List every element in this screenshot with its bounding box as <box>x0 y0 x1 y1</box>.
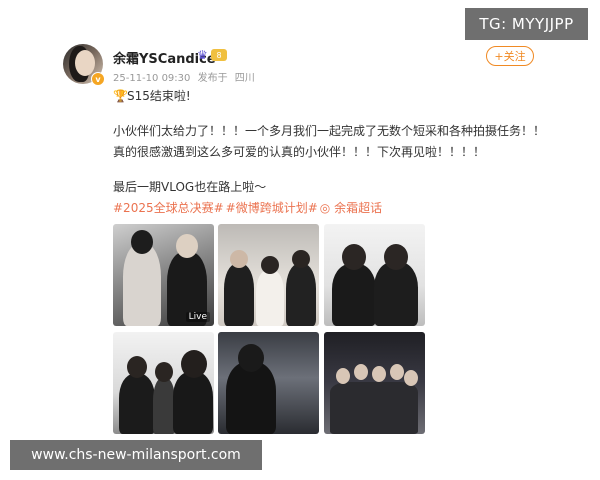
figure-head <box>238 344 264 372</box>
level-badge: 8 <box>211 49 227 61</box>
figure <box>119 374 155 434</box>
figure <box>153 378 175 434</box>
post-title-line: 🏆S15结束啦! <box>113 87 191 104</box>
figure-head <box>261 256 279 274</box>
figure-head <box>390 364 404 380</box>
figure-head <box>372 366 386 382</box>
post-text-line-3: 最后一期VLOG也在路上啦～ <box>113 180 267 194</box>
figure-head <box>230 250 248 268</box>
figure-head <box>384 244 408 270</box>
figure <box>332 264 376 326</box>
tag-supertopic[interactable]: ◎ 余霜超话 <box>320 201 382 215</box>
live-badge: Live <box>185 312 210 322</box>
follow-button[interactable]: +关注 <box>486 46 534 66</box>
figure <box>226 362 276 434</box>
source: 发布于 <box>197 73 228 84</box>
watermark-tg: TG: MYYJJPP <box>465 8 588 40</box>
weibo-post: v 余霜YSCandice ♛ 8 25-11-10 09:30 发布于 四川 … <box>0 0 600 480</box>
figure-head <box>404 370 418 386</box>
post-title: S15结束啦! <box>127 89 191 103</box>
figure-head <box>292 250 310 268</box>
photo-1[interactable]: Live <box>113 224 214 326</box>
figure-head <box>336 368 350 384</box>
crown-icon: ♛ <box>197 48 208 62</box>
figure-head <box>127 356 147 378</box>
timestamp[interactable]: 25-11-10 09:30 <box>113 73 190 84</box>
watermark-site: www.chs-new-milansport.com <box>10 440 262 470</box>
verified-icon: v <box>91 72 105 86</box>
group <box>330 382 418 434</box>
figure-head <box>354 364 368 380</box>
figure <box>374 262 418 326</box>
photo-3[interactable] <box>324 224 425 326</box>
figure <box>286 264 316 326</box>
photo-5[interactable] <box>218 332 319 434</box>
photo-4[interactable] <box>113 332 214 434</box>
photo-2[interactable] <box>218 224 319 326</box>
photo-6[interactable] <box>324 332 425 434</box>
figure <box>256 270 284 326</box>
tag-worlds[interactable]: #2025全球总决赛# <box>113 201 224 215</box>
figure <box>173 372 213 434</box>
trophy-icon: 🏆 <box>113 89 128 103</box>
location: 四川 <box>234 73 255 84</box>
tag-city[interactable]: #微博跨城计划# <box>226 201 318 215</box>
post-text-line-2: 真的很感激遇到这么多可爱的认真的小伙伴！！！下次再见啦！！！！ <box>113 145 486 159</box>
figure-head <box>155 362 173 382</box>
figure-head <box>342 244 366 270</box>
figure <box>224 264 254 326</box>
figure-head <box>176 234 198 258</box>
tags-row: #2025全球总决赛# #微博跨城计划# ◎ 余霜超话 <box>113 199 384 216</box>
post-meta: 25-11-10 09:30 发布于 四川 <box>113 69 259 84</box>
figure-head <box>131 230 153 254</box>
figure-dress <box>123 244 161 326</box>
avatar-face <box>75 50 95 76</box>
post-text-line-1: 小伙伴们太给力了！！！一个多月我们一起完成了无数个短采和各种拍摄任务！！ <box>113 124 546 138</box>
figure-head <box>181 350 207 378</box>
